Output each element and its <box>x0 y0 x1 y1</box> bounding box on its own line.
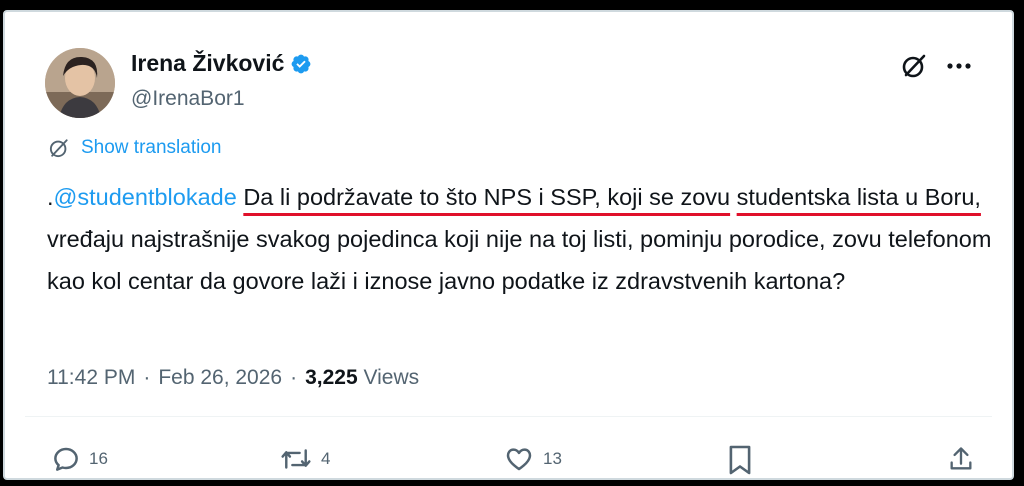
author-display-name[interactable]: Irena Živković <box>131 50 284 77</box>
divider <box>25 416 992 417</box>
meta-separator: · <box>290 366 298 389</box>
heart-icon <box>506 448 532 471</box>
underlined-text-2: studentska lista u Boru, <box>736 184 981 210</box>
bookmark-button[interactable] <box>727 444 753 476</box>
mention-link[interactable]: @studentblokade <box>54 184 237 210</box>
share-button[interactable] <box>947 444 975 474</box>
tweet-actions-bar: 16 4 13 <box>51 444 981 478</box>
avatar-image <box>45 48 115 118</box>
tweet-top-actions <box>900 52 972 80</box>
tweet-date[interactable]: Feb 26, 2026 <box>158 366 282 390</box>
translate-icon <box>49 139 68 158</box>
view-count-number: 3,225 <box>305 366 358 389</box>
author-handle[interactable]: @IrenaBor1 <box>131 87 245 111</box>
grok-icon[interactable] <box>900 52 928 80</box>
reply-button[interactable]: 16 <box>51 444 108 474</box>
tweet-card: Irena Živković @IrenaBor1 Show translati… <box>3 10 1014 480</box>
tweet-text-body: vređaju najstrašnije svakog pojedinca ko… <box>47 226 992 294</box>
author-name-row: Irena Živković <box>131 50 312 77</box>
tweet-text: .@studentblokade Da li podržavate to što… <box>47 176 997 302</box>
meta-separator: · <box>143 366 151 389</box>
tweet-meta: 11:42 PM · Feb 26, 2026 · 3,225 Views <box>47 366 419 390</box>
like-button[interactable]: 13 <box>503 444 562 474</box>
avatar[interactable] <box>45 48 115 118</box>
show-translation-link[interactable]: Show translation <box>47 136 221 160</box>
tweet-time[interactable]: 11:42 PM <box>47 366 135 390</box>
repost-count: 4 <box>321 449 331 468</box>
view-count: 3,225 Views <box>305 366 419 390</box>
show-translation-label[interactable]: Show translation <box>81 137 221 159</box>
verified-badge-icon <box>292 54 311 73</box>
like-count: 13 <box>543 449 562 468</box>
repost-icon <box>281 449 311 469</box>
bookmark-icon <box>729 445 751 475</box>
more-icon[interactable] <box>946 62 972 70</box>
repost-button[interactable]: 4 <box>279 444 330 474</box>
reply-icon <box>54 447 78 471</box>
share-icon <box>950 447 972 470</box>
underlined-text-1: Da li podržavate to što NPS i SSP, koji … <box>243 184 731 210</box>
reply-count: 16 <box>89 449 108 468</box>
view-count-label: Views <box>363 366 420 389</box>
